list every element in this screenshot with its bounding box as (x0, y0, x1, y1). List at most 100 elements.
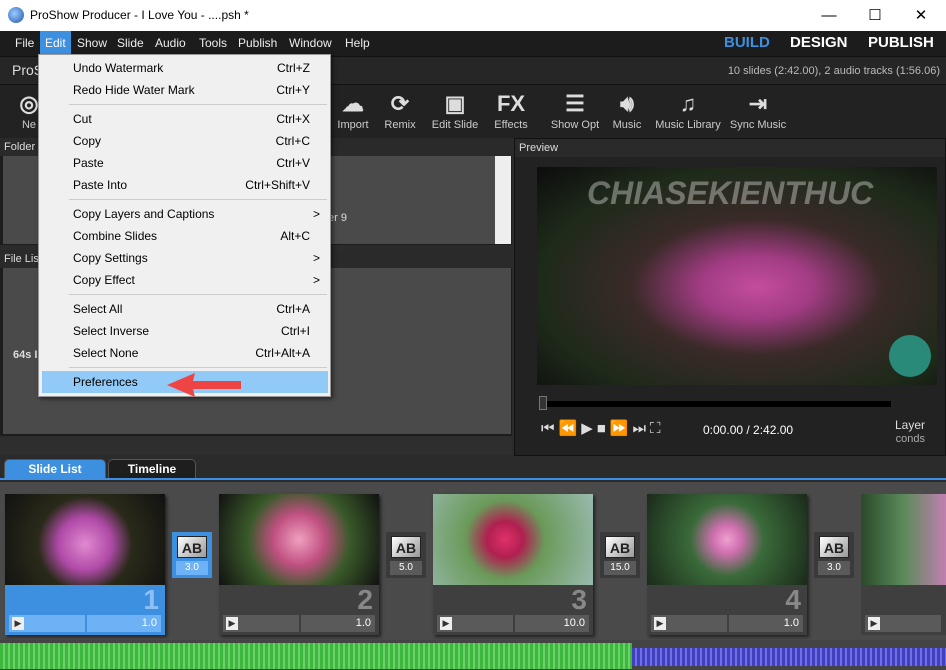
show-options-button[interactable]: ☰ Show Opt (550, 89, 600, 131)
transition-ab-icon: AB (391, 536, 421, 558)
transition-duration[interactable]: 3.0 (818, 561, 850, 575)
edit-slide-button[interactable]: ▣ Edit Slide (428, 89, 482, 131)
rewind-icon[interactable]: ⏪ (559, 420, 582, 437)
skip-end-icon[interactable]: ⏭ (633, 420, 651, 437)
slide-number: 2 (357, 584, 373, 615)
transition-4[interactable]: AB 3.0 (814, 532, 854, 578)
menu-item-select-inverse[interactable]: Select Inverse Ctrl+I (42, 320, 328, 342)
music-library-button[interactable]: ♫ Music Library (654, 89, 722, 131)
transition-ab-icon: AB (605, 536, 635, 558)
folder-scrollbar[interactable] (495, 156, 511, 244)
audio-track-2[interactable] (632, 648, 946, 666)
mode-design[interactable]: DESIGN (790, 34, 848, 51)
import-button[interactable]: ☁ Import (333, 89, 373, 131)
seconds-label: conds (895, 433, 925, 445)
slide-sound-bar[interactable]: ▶ (9, 615, 85, 632)
minimize-button[interactable]: — (806, 0, 852, 31)
slide-sound-bar[interactable]: ▶ (651, 615, 727, 632)
menu-item-copy-layers[interactable]: Copy Layers and Captions > (42, 203, 328, 225)
slide-sound-bar[interactable]: ▶ (865, 615, 941, 632)
menu-show[interactable]: Show (72, 31, 112, 56)
menu-slide[interactable]: Slide (112, 31, 149, 56)
menu-edit[interactable]: Edit (40, 31, 71, 56)
transition-3[interactable]: AB 15.0 (600, 532, 640, 578)
preview-seek-bar[interactable] (541, 401, 891, 407)
watermark: CHIASEKIENTHUC (587, 175, 874, 211)
slide-thumbnail (647, 494, 807, 585)
play-icon[interactable]: ▶ (440, 617, 452, 630)
transition-duration[interactable]: 5.0 (390, 561, 422, 575)
remix-button[interactable]: ⟳ Remix (380, 89, 420, 131)
transition-1[interactable]: AB 3.0 (172, 532, 212, 578)
transition-2[interactable]: AB 5.0 (386, 532, 426, 578)
menu-item-cut[interactable]: Cut Ctrl+X (42, 108, 328, 130)
slide-number: 3 (571, 584, 587, 615)
close-button[interactable]: ✕ (898, 0, 944, 31)
file-list-text: 64s I (13, 349, 38, 361)
menu-item-copy[interactable]: Copy Ctrl+C (42, 130, 328, 152)
menu-window[interactable]: Window (284, 31, 337, 56)
audio-waveform[interactable] (0, 640, 946, 670)
menu-separator (69, 367, 327, 368)
menu-item-paste-into[interactable]: Paste Into Ctrl+Shift+V (42, 174, 328, 196)
stop-icon[interactable]: ■ (597, 420, 610, 437)
slide-duration[interactable]: 1.0 (87, 615, 161, 632)
menu-item-copy-effect[interactable]: Copy Effect > (42, 269, 328, 291)
menu-bar: File Edit Show Slide Audio Tools Publish… (0, 31, 946, 56)
transition-duration[interactable]: 15.0 (604, 561, 636, 575)
play-icon[interactable]: ▶ (654, 617, 666, 630)
menu-item-redo[interactable]: Redo Hide Water Mark Ctrl+Y (42, 79, 328, 101)
tab-timeline[interactable]: Timeline (108, 459, 196, 478)
playback-controls[interactable]: ⏮⏪▶■⏩⏭⛶ (541, 419, 665, 437)
effects-button[interactable]: FX Effects (490, 89, 532, 131)
play-icon[interactable]: ▶ (12, 617, 24, 630)
play-icon[interactable]: ▶ (581, 420, 597, 437)
slide-thumbnail (861, 494, 946, 585)
speaker-icon: 🔊︎ (620, 91, 634, 116)
slide-duration[interactable]: 1.0 (729, 615, 803, 632)
submenu-arrow-icon: > (312, 207, 320, 221)
app-icon (8, 7, 24, 23)
sync-music-button[interactable]: ⇥ Sync Music (728, 89, 788, 131)
fullscreen-icon[interactable]: ⛶ (650, 420, 665, 437)
slide-sound-bar[interactable]: ▶ (437, 615, 513, 632)
slide-number: 1 (143, 584, 159, 615)
music-button[interactable]: 🔊︎ Music (610, 89, 644, 131)
menu-item-combine-slides[interactable]: Combine Slides Alt+C (42, 225, 328, 247)
menu-item-paste[interactable]: Paste Ctrl+V (42, 152, 328, 174)
slide-3[interactable]: 3 ▶ 10.0 (433, 494, 593, 635)
menu-help[interactable]: Help (340, 31, 375, 56)
slide-4[interactable]: 4 ▶ 1.0 (647, 494, 807, 635)
fast-forward-icon[interactable]: ⏩ (610, 420, 633, 437)
menu-audio[interactable]: Audio (150, 31, 191, 56)
menu-item-undo[interactable]: Undo Watermark Ctrl+Z (42, 57, 328, 79)
menu-item-select-all[interactable]: Select All Ctrl+A (42, 298, 328, 320)
menu-file[interactable]: File (10, 31, 39, 56)
slide-1[interactable]: 1 ▶ 1.0 (5, 494, 165, 635)
show-options-label: Show Opt (550, 119, 600, 131)
mode-build[interactable]: BUILD (724, 34, 770, 51)
menu-item-select-none[interactable]: Select None Ctrl+Alt+A (42, 342, 328, 364)
preview-panel: Preview CHIASEKIENTHUC ⏮⏪▶■⏩⏭⛶ 0:00.00 /… (514, 138, 946, 456)
play-icon[interactable]: ▶ (226, 617, 238, 630)
play-icon[interactable]: ▶ (868, 617, 880, 630)
slide-duration[interactable]: 10.0 (515, 615, 589, 632)
menu-item-copy-settings[interactable]: Copy Settings > (42, 247, 328, 269)
menu-publish[interactable]: Publish (233, 31, 282, 56)
menu-tools[interactable]: Tools (194, 31, 232, 56)
slide-2[interactable]: 2 ▶ 1.0 (219, 494, 379, 635)
slide-sound-bar[interactable]: ▶ (223, 615, 299, 632)
audio-track-1[interactable] (0, 643, 632, 669)
edit-menu-dropdown: Undo Watermark Ctrl+Z Redo Hide Water Mar… (38, 54, 331, 397)
slide-5[interactable]: ▶ (861, 494, 946, 635)
transition-duration[interactable]: 3.0 (176, 561, 208, 575)
skip-start-icon[interactable]: ⏮ (541, 420, 559, 437)
maximize-button[interactable]: ☐ (852, 0, 898, 31)
transition-ab-icon: AB (819, 536, 849, 558)
seek-handle[interactable] (539, 396, 547, 410)
fx-icon: FX (496, 91, 526, 116)
tab-slide-list[interactable]: Slide List (4, 459, 106, 478)
mode-publish[interactable]: PUBLISH (868, 34, 934, 51)
edit-slide-label: Edit Slide (431, 119, 479, 131)
slide-duration[interactable]: 1.0 (301, 615, 375, 632)
